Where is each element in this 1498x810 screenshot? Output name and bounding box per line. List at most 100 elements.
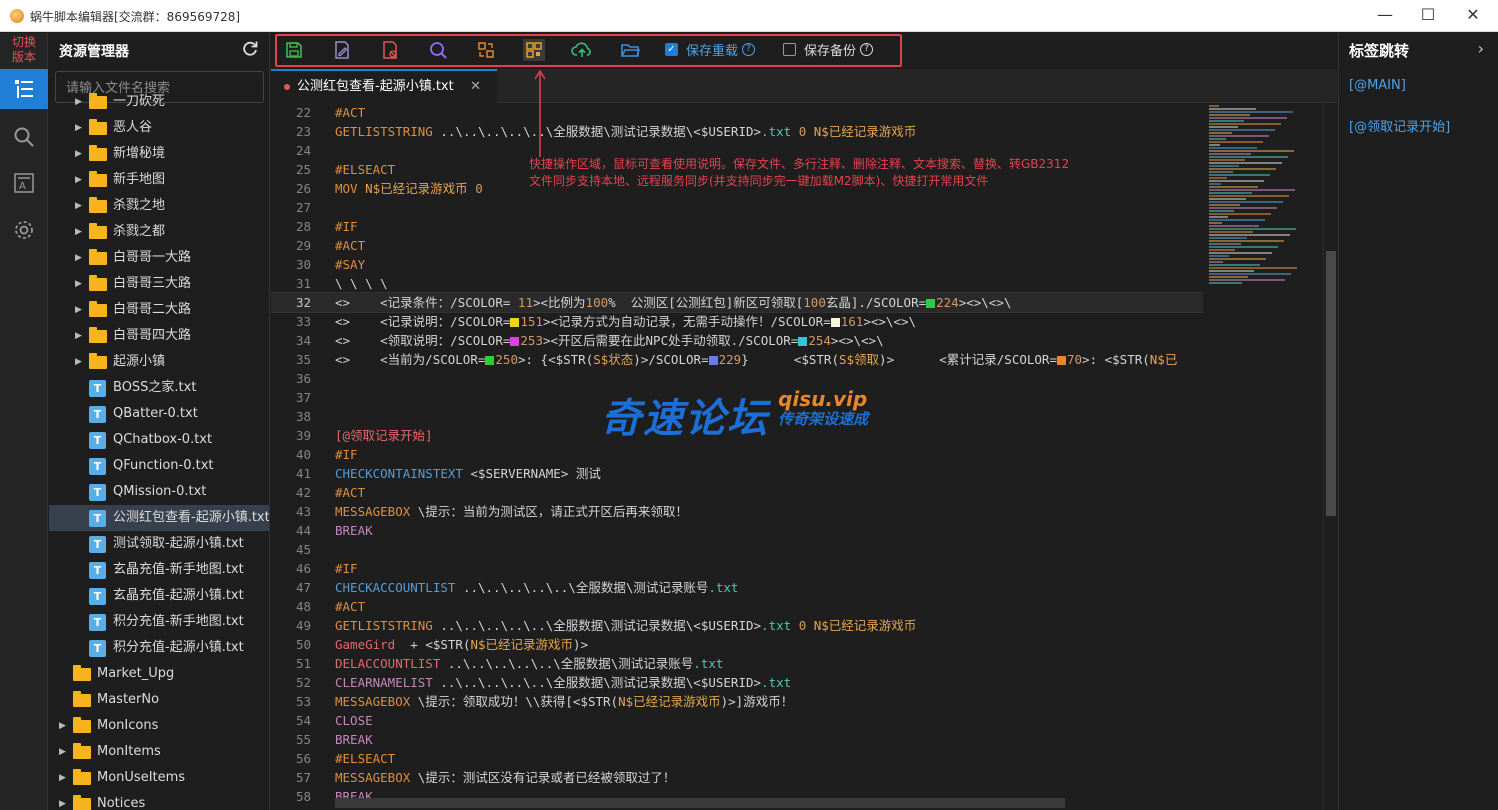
- minimize-button[interactable]: —: [1362, 0, 1408, 32]
- code-line[interactable]: 51 DELACCOUNTLIST ..\..\..\..\..\全服数据\测试记…: [271, 654, 1203, 673]
- tree-folder[interactable]: ▶ 恶人谷: [49, 115, 269, 141]
- horizontal-scroll-thumb[interactable]: [335, 798, 1065, 808]
- tree-folder[interactable]: ▶ 白哥哥四大路: [49, 323, 269, 349]
- code-line[interactable]: 30 #SAY: [271, 255, 1203, 274]
- tree-folder[interactable]: ▶ 杀戮之都: [49, 219, 269, 245]
- tree-folder[interactable]: ▶ 新手地图: [49, 167, 269, 193]
- tree-folder[interactable]: ▶ 白哥哥一大路: [49, 245, 269, 271]
- tag-jump-item[interactable]: [@MAIN]: [1349, 78, 1406, 93]
- tree-file[interactable]: T QBatter-0.txt: [49, 401, 269, 427]
- chevron-right-icon[interactable]: ›: [1478, 39, 1484, 58]
- explorer-icon[interactable]: [0, 69, 48, 109]
- code-line[interactable]: 33 <> <记录说明：/SCOLOR= 151><记录方式为自动记录，无需手动操作…: [271, 312, 1203, 331]
- tree-file[interactable]: T 玄晶充值-起源小镇.txt: [49, 583, 269, 609]
- code-line[interactable]: 47 CHECKACCOUNTLIST ..\..\..\..\..\全服数据\测…: [271, 578, 1203, 597]
- code-line[interactable]: 39 [@领取记录开始]: [271, 426, 1203, 445]
- code-line[interactable]: 52 CLEARNAMELIST ..\..\..\..\..\全服数据\测试记录…: [271, 673, 1203, 692]
- tree-folder[interactable]: ▶ Notices: [49, 791, 269, 810]
- code-line[interactable]: 54 CLOSE: [271, 711, 1203, 730]
- tree-folder[interactable]: ▶ 杀戮之地: [49, 193, 269, 219]
- tree-file[interactable]: T 公测红包查看-起源小镇.txt: [49, 505, 269, 531]
- vertical-scrollbar[interactable]: [1323, 103, 1337, 810]
- chevron-right-icon[interactable]: ▶: [75, 115, 85, 141]
- code-line[interactable]: 34 <> <领取说明：/SCOLOR= 253><开区后需要在此NPC处手动领取.…: [271, 331, 1203, 350]
- code-editor[interactable]: 22 #ACT 23 GETLISTSTRING ..\..\..\..\..\全服数…: [271, 103, 1203, 810]
- tree-file[interactable]: T 积分充值-起源小镇.txt: [49, 635, 269, 661]
- code-token: 151: [520, 314, 543, 329]
- tree-folder[interactable]: Market_Upg: [49, 661, 269, 687]
- font-icon[interactable]: A: [0, 163, 48, 203]
- chevron-right-icon[interactable]: ▶: [75, 245, 85, 271]
- code-line[interactable]: 55 BREAK: [271, 730, 1203, 749]
- tree-file[interactable]: T 测试领取-起源小镇.txt: [49, 531, 269, 557]
- minimap-line: [1209, 204, 1240, 206]
- code-line[interactable]: 45: [271, 540, 1203, 559]
- tree-folder[interactable]: ▶ 白哥哥三大路: [49, 271, 269, 297]
- code-line[interactable]: 53 MESSAGEBOX \提示：领取成功！\\获得[<$STR(N$已经记录游…: [271, 692, 1203, 711]
- code-line[interactable]: 40 #IF: [271, 445, 1203, 464]
- code-line[interactable]: 22 #ACT: [271, 103, 1203, 122]
- code-line[interactable]: 38: [271, 407, 1203, 426]
- chevron-right-icon[interactable]: ▶: [59, 739, 69, 765]
- tree-folder[interactable]: ▶ 一刀砍死: [49, 89, 269, 115]
- tree-file[interactable]: T QChatbox-0.txt: [49, 427, 269, 453]
- code-line[interactable]: 49 GETLISTSTRING ..\..\..\..\..\全服数据\测试记录…: [271, 616, 1203, 635]
- tree-file[interactable]: T QFunction-0.txt: [49, 453, 269, 479]
- chevron-right-icon[interactable]: ▶: [75, 349, 85, 375]
- code-line[interactable]: 28 #IF: [271, 217, 1203, 236]
- code-line[interactable]: 29 #ACT: [271, 236, 1203, 255]
- minimap-line: [1209, 189, 1295, 191]
- maximize-button[interactable]: ☐: [1405, 0, 1451, 32]
- tree-folder[interactable]: ▶ MonUseItems: [49, 765, 269, 791]
- chevron-right-icon[interactable]: ▶: [75, 271, 85, 297]
- chevron-right-icon[interactable]: ▶: [75, 141, 85, 167]
- chevron-right-icon[interactable]: ▶: [75, 297, 85, 323]
- refresh-icon[interactable]: [241, 39, 259, 61]
- tree-file[interactable]: T QMission-0.txt: [49, 479, 269, 505]
- code-token: .txt: [761, 675, 792, 690]
- code-line[interactable]: 56 #ELSEACT: [271, 749, 1203, 768]
- tree-file[interactable]: T 积分充值-新手地图.txt: [49, 609, 269, 635]
- tree-folder[interactable]: ▶ MonIcons: [49, 713, 269, 739]
- code-line[interactable]: 31 \ \ \ \: [271, 274, 1203, 293]
- minimap-line: [1209, 126, 1238, 128]
- chevron-right-icon[interactable]: ▶: [75, 219, 85, 245]
- code-line[interactable]: 27: [271, 198, 1203, 217]
- tab-active-file[interactable]: 公测红包查看-起源小镇.txt ✕: [271, 69, 497, 103]
- tree-folder[interactable]: ▶ 起源小镇: [49, 349, 269, 375]
- chevron-right-icon[interactable]: ▶: [59, 765, 69, 791]
- chevron-right-icon[interactable]: ▶: [75, 167, 85, 193]
- tree-folder[interactable]: MasterNo: [49, 687, 269, 713]
- close-window-button[interactable]: ✕: [1450, 0, 1496, 32]
- code-line[interactable]: 44 BREAK: [271, 521, 1203, 540]
- tab-close-icon[interactable]: ✕: [470, 71, 481, 103]
- code-line[interactable]: 42 #ACT: [271, 483, 1203, 502]
- code-line[interactable]: 32 <> <记录条件：/SCOLOR= 11><比例为100% 公测区[公测红包…: [271, 292, 1203, 313]
- chevron-right-icon[interactable]: ▶: [75, 323, 85, 349]
- code-line[interactable]: 36: [271, 369, 1203, 388]
- tree-file[interactable]: T BOSS之家.txt: [49, 375, 269, 401]
- code-line[interactable]: 48 #ACT: [271, 597, 1203, 616]
- switch-version-button[interactable]: 切换 版本: [4, 35, 44, 65]
- gear-icon[interactable]: [0, 210, 48, 250]
- chevron-right-icon[interactable]: ▶: [75, 89, 85, 115]
- chevron-right-icon[interactable]: ▶: [59, 713, 69, 739]
- minimap[interactable]: [1203, 103, 1323, 810]
- tree-file[interactable]: T 玄晶充值-新手地图.txt: [49, 557, 269, 583]
- vertical-scroll-thumb[interactable]: [1326, 251, 1336, 516]
- code-line[interactable]: 37: [271, 388, 1203, 407]
- code-line[interactable]: 46 #IF: [271, 559, 1203, 578]
- chevron-right-icon[interactable]: ▶: [75, 193, 85, 219]
- tree-folder[interactable]: ▶ 新增秘境: [49, 141, 269, 167]
- code-line[interactable]: 57 MESSAGEBOX \提示：测试区没有记录或者已经被领取过了！: [271, 768, 1203, 787]
- tag-jump-item[interactable]: [@领取记录开始]: [1349, 116, 1450, 135]
- code-line[interactable]: 50 GameGird + <$STR(N$已经记录游戏币)>: [271, 635, 1203, 654]
- code-line[interactable]: 43 MESSAGEBOX \提示：当前为测试区，请正式开区后再来领取！: [271, 502, 1203, 521]
- chevron-right-icon[interactable]: ▶: [59, 791, 69, 810]
- code-line[interactable]: 35 <> <当前为/SCOLOR= 250>: {<$STR(S$状态)>/SCO…: [271, 350, 1203, 369]
- tree-folder[interactable]: ▶ MonItems: [49, 739, 269, 765]
- code-line[interactable]: 41 CHECKCONTAINSTEXT <$SERVERNAME> 测试: [271, 464, 1203, 483]
- code-line[interactable]: 23 GETLISTSTRING ..\..\..\..\..\全服数据\测试记录…: [271, 122, 1203, 141]
- search-icon[interactable]: [0, 117, 48, 157]
- tree-folder[interactable]: ▶ 白哥哥二大路: [49, 297, 269, 323]
